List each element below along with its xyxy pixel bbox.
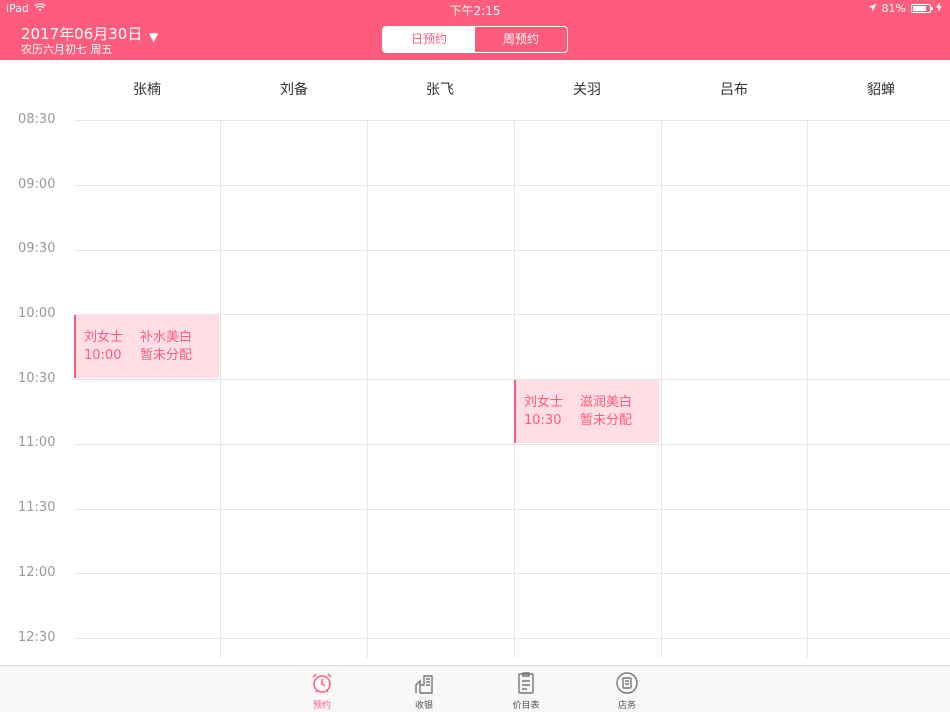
price-list-icon (496, 670, 556, 696)
column-divider (661, 120, 662, 658)
time-row-line (74, 379, 950, 380)
time-label: 09:30 (18, 241, 56, 256)
time-row-line (74, 509, 950, 510)
status-time: 下午2:15 (449, 4, 501, 18)
time-label: 10:30 (18, 371, 56, 386)
staff-column-header[interactable]: 张飞 (367, 79, 513, 99)
tab-cashier[interactable]: 收银 (394, 670, 454, 711)
staff-column-header[interactable]: 张楠 (74, 79, 220, 99)
date-dropdown-icon[interactable]: ▼ (149, 30, 158, 44)
appointment-time: 10:00 (84, 348, 122, 363)
time-label: 12:00 (18, 565, 56, 580)
schedule-grid[interactable]: 08:30 09:00 09:30 10:00 10:30 11:00 11:3… (0, 112, 950, 658)
time-label: 08:30 (18, 112, 56, 127)
tab-price-list[interactable]: 价目表 (496, 670, 556, 711)
tab-booking[interactable]: 预约 (292, 670, 352, 711)
location-arrow-icon (868, 2, 877, 15)
alarm-clock-icon (292, 670, 352, 696)
appointment-card[interactable]: 刘女士 补水美白 10:00 暂未分配 (74, 315, 219, 378)
lunar-date: 农历六月初七 周五 (21, 43, 113, 56)
staff-column-header[interactable]: 刘备 (221, 79, 367, 99)
status-right: 81% (868, 2, 942, 15)
appointment-time: 10:30 (524, 413, 562, 428)
time-row-line (74, 120, 950, 121)
battery-percent: 81% (881, 2, 906, 15)
appointment-customer: 刘女士 (524, 395, 564, 410)
time-row-line (74, 573, 950, 574)
time-label: 11:00 (18, 435, 56, 450)
appointment-assignee: 暂未分配 (580, 413, 633, 428)
staff-column-header[interactable]: 关羽 (514, 79, 660, 99)
tab-label: 价目表 (512, 701, 540, 711)
tab-store-affairs[interactable]: 店务 (597, 670, 657, 711)
appointment-service: 滋润美白 (580, 395, 633, 410)
bottom-tab-bar: 预约 收银 价目表 店务 (0, 665, 950, 712)
tab-label: 店务 (617, 701, 636, 711)
time-label: 12:30 (18, 630, 56, 645)
store-affairs-icon (597, 670, 657, 696)
battery-fill (913, 6, 926, 11)
appointment-customer: 刘女士 (84, 330, 124, 345)
time-row-line (74, 185, 950, 186)
tab-label: 收银 (414, 701, 433, 711)
staff-column-header[interactable]: 貂蝉 (808, 79, 950, 99)
appointment-card[interactable]: 刘女士 滋润美白 10:30 暂未分配 (514, 380, 659, 443)
time-row-line (74, 444, 950, 445)
staff-header: 张楠 刘备 张飞 关羽 吕布 貂蝉 (0, 60, 950, 118)
time-row-line (74, 638, 950, 639)
column-divider (807, 120, 808, 658)
time-label: 09:00 (18, 177, 56, 192)
column-divider (220, 120, 221, 658)
time-label: 11:30 (18, 500, 56, 515)
view-switcher: 日预约 周预约 (382, 26, 568, 53)
battery-icon (911, 4, 933, 13)
tab-day-booking[interactable]: 日预约 (383, 27, 475, 52)
appointment-assignee: 暂未分配 (140, 348, 193, 363)
charging-bolt-icon (936, 2, 942, 15)
tab-week-booking[interactable]: 周预约 (475, 27, 567, 52)
tab-label: 预约 (312, 701, 331, 711)
staff-column-header[interactable]: 吕布 (661, 79, 807, 99)
column-divider (367, 120, 368, 658)
appointment-service: 补水美白 (140, 330, 193, 345)
time-label: 10:00 (18, 306, 56, 321)
time-row-line (74, 250, 950, 251)
cash-register-icon (394, 670, 454, 696)
top-bar: iPad 下午2:15 81% 2017年06月30日 农历六月初七 周五 ▼ … (0, 0, 950, 60)
